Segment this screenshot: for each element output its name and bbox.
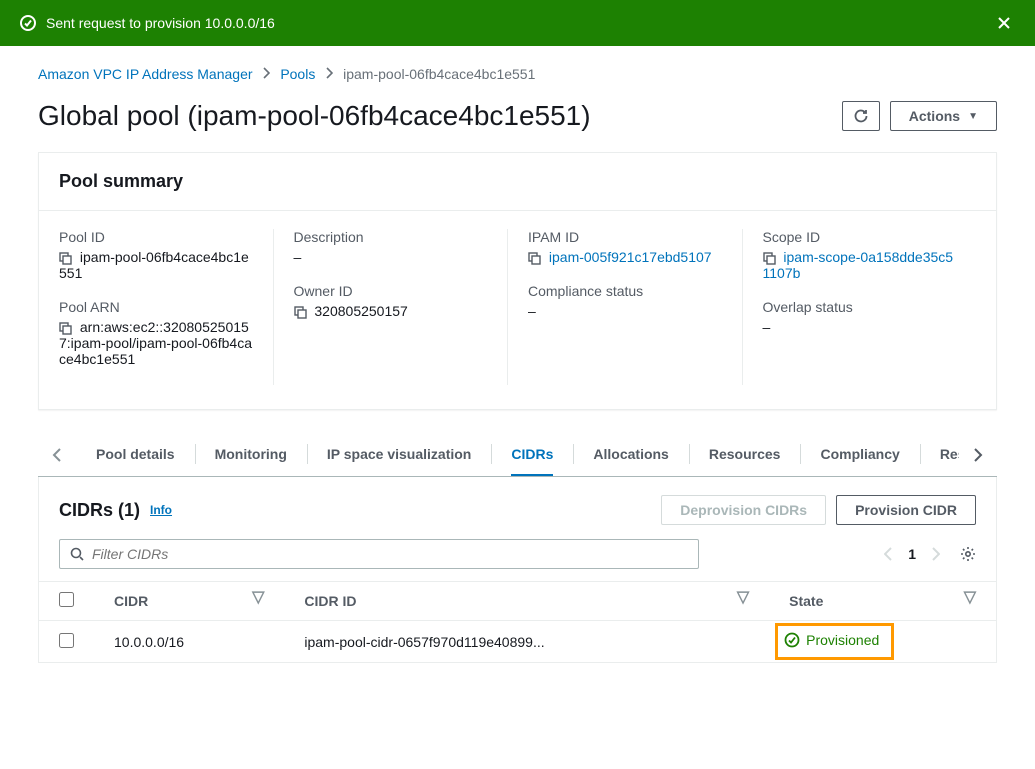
paginator: 1 bbox=[874, 541, 976, 567]
description-label: Description bbox=[294, 229, 488, 245]
sort-icon: ▽ bbox=[737, 593, 749, 603]
info-link[interactable]: Info bbox=[150, 503, 172, 517]
pool-id-label: Pool ID bbox=[59, 229, 253, 245]
compliance-label: Compliance status bbox=[528, 283, 722, 299]
highlight-box: Provisioned bbox=[775, 623, 894, 660]
filter-input-container[interactable] bbox=[59, 539, 699, 569]
close-icon[interactable] bbox=[993, 12, 1015, 34]
pool-id-value: ipam-pool-06fb4cace4bc1e551 bbox=[59, 249, 253, 281]
pool-summary-panel: Pool summary Pool ID ipam-pool-06fb4cace… bbox=[38, 152, 997, 410]
copy-icon[interactable] bbox=[294, 306, 307, 319]
search-icon bbox=[70, 547, 84, 561]
scope-id-label: Scope ID bbox=[763, 229, 957, 245]
actions-label: Actions bbox=[909, 108, 960, 124]
owner-id-value: 320805250157 bbox=[294, 303, 488, 319]
cell-state: Provisioned bbox=[769, 621, 996, 663]
pool-arn-label: Pool ARN bbox=[59, 299, 253, 315]
refresh-button[interactable] bbox=[842, 101, 880, 131]
copy-icon[interactable] bbox=[763, 252, 776, 265]
tabs-container: Pool details Monitoring IP space visuali… bbox=[38, 434, 997, 477]
cell-cidr: 10.0.0.0/16 bbox=[94, 621, 284, 663]
ipam-id-value[interactable]: ipam-005f921c17ebd5107 bbox=[528, 249, 722, 265]
compliance-value: – bbox=[528, 303, 722, 319]
row-checkbox[interactable] bbox=[59, 633, 74, 648]
owner-id-label: Owner ID bbox=[294, 283, 488, 299]
overlap-label: Overlap status bbox=[763, 299, 957, 315]
ipam-id-label: IPAM ID bbox=[528, 229, 722, 245]
page-number: 1 bbox=[902, 546, 922, 562]
chevron-right-icon bbox=[325, 67, 333, 79]
select-all-header[interactable] bbox=[39, 582, 94, 621]
cidrs-panel: CIDRs (1) Info Deprovision CIDRs Provisi… bbox=[38, 477, 997, 663]
sort-icon: ▽ bbox=[964, 593, 976, 603]
copy-icon[interactable] bbox=[59, 252, 72, 265]
tabs-scroll-left[interactable] bbox=[38, 437, 76, 473]
pool-arn-value: arn:aws:ec2::320805250157:ipam-pool/ipam… bbox=[59, 319, 253, 367]
settings-icon[interactable] bbox=[960, 546, 976, 562]
breadcrumb-current: ipam-pool-06fb4cace4bc1e551 bbox=[343, 66, 535, 82]
provision-button[interactable]: Provision CIDR bbox=[836, 495, 976, 525]
tab-overflow[interactable]: Reso bbox=[940, 434, 959, 476]
banner-message: Sent request to provision 10.0.0.0/16 bbox=[46, 15, 993, 31]
table-row[interactable]: 10.0.0.0/16 ipam-pool-cidr-0657f970d119e… bbox=[39, 621, 996, 663]
tab-resources[interactable]: Resources bbox=[709, 434, 781, 476]
copy-icon[interactable] bbox=[59, 322, 72, 335]
overlap-value: – bbox=[763, 319, 957, 335]
state-badge: Provisioned bbox=[784, 632, 879, 648]
page-next bbox=[922, 541, 950, 567]
col-cidr-id[interactable]: CIDR ID▽ bbox=[284, 582, 769, 621]
page-prev bbox=[874, 541, 902, 567]
deprovision-button: Deprovision CIDRs bbox=[661, 495, 826, 525]
sort-icon: ▽ bbox=[252, 593, 264, 603]
tab-ip-space[interactable]: IP space visualization bbox=[327, 434, 471, 476]
success-banner: Sent request to provision 10.0.0.0/16 bbox=[0, 0, 1035, 46]
breadcrumb-pools[interactable]: Pools bbox=[280, 66, 315, 82]
refresh-icon bbox=[853, 108, 869, 124]
caret-down-icon: ▼ bbox=[968, 111, 978, 122]
page-title: Global pool (ipam-pool-06fb4cace4bc1e551… bbox=[38, 100, 842, 132]
col-cidr[interactable]: CIDR▽ bbox=[94, 582, 284, 621]
tab-monitoring[interactable]: Monitoring bbox=[215, 434, 287, 476]
breadcrumb: Amazon VPC IP Address Manager Pools ipam… bbox=[38, 66, 997, 82]
cell-cidr-id: ipam-pool-cidr-0657f970d119e40899... bbox=[284, 621, 769, 663]
cidrs-title: CIDRs (1) bbox=[59, 500, 140, 521]
scope-id-value[interactable]: ipam-scope-0a158dde35c51107b bbox=[763, 249, 957, 281]
tab-pool-details[interactable]: Pool details bbox=[96, 434, 175, 476]
chevron-right-icon bbox=[262, 67, 270, 79]
copy-icon[interactable] bbox=[528, 252, 541, 265]
breadcrumb-root[interactable]: Amazon VPC IP Address Manager bbox=[38, 66, 253, 82]
status-check-icon bbox=[784, 632, 800, 648]
cidrs-table: CIDR▽ CIDR ID▽ State▽ 10.0.0.0/16 ipam-p… bbox=[39, 581, 996, 662]
success-check-icon bbox=[20, 15, 36, 31]
actions-button[interactable]: Actions ▼ bbox=[890, 101, 997, 131]
filter-input[interactable] bbox=[92, 546, 688, 562]
tab-cidrs[interactable]: CIDRs bbox=[511, 434, 553, 476]
select-all-checkbox[interactable] bbox=[59, 592, 74, 607]
col-state[interactable]: State▽ bbox=[769, 582, 996, 621]
description-value: – bbox=[294, 249, 488, 265]
tab-compliancy[interactable]: Compliancy bbox=[820, 434, 899, 476]
tabs-scroll-right[interactable] bbox=[959, 437, 997, 473]
panel-title: Pool summary bbox=[39, 153, 996, 211]
tab-allocations[interactable]: Allocations bbox=[593, 434, 668, 476]
